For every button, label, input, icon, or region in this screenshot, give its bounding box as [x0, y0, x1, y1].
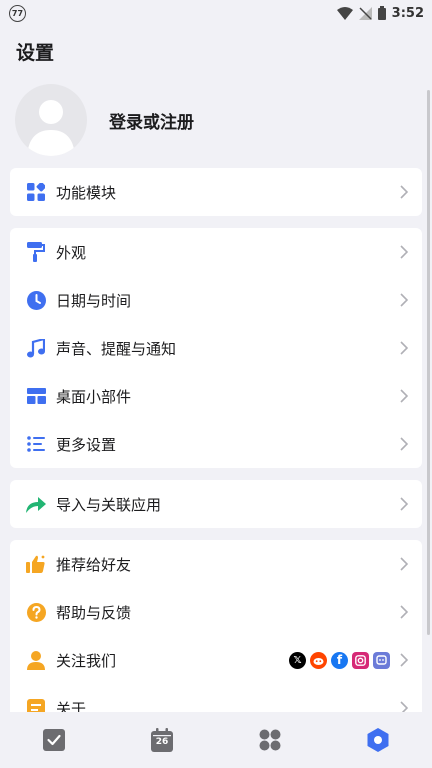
discord-icon[interactable]	[373, 651, 390, 669]
battery-icon	[377, 6, 386, 20]
settings-item-label: 日期与时间	[56, 291, 132, 310]
settings-item-modules[interactable]: 功能模块	[10, 168, 422, 216]
music-note-icon	[26, 338, 46, 358]
settings-item-follow[interactable]: 关注我们 𝕏 f	[10, 636, 422, 684]
chevron-right-icon	[398, 497, 410, 511]
about-icon	[26, 698, 46, 712]
thumbs-up-icon	[26, 554, 46, 574]
paint-roller-icon	[26, 242, 46, 262]
social-links: 𝕏 f	[289, 651, 390, 669]
settings-group: 导入与关联应用	[10, 480, 422, 528]
settings-item-date-time[interactable]: 日期与时间	[10, 276, 422, 324]
settings-item-more[interactable]: 更多设置	[10, 420, 422, 468]
settings-item-label: 导入与关联应用	[56, 495, 162, 514]
x-icon[interactable]: 𝕏	[289, 651, 306, 669]
profile-login-row[interactable]: 登录或注册	[15, 84, 417, 156]
settings-item-widgets[interactable]: 桌面小部件	[10, 372, 422, 420]
page-title: 设置	[16, 42, 55, 64]
status-bar: 77 3:52	[0, 0, 432, 26]
tab-calendar[interactable]: 26	[142, 720, 182, 760]
settings-item-recommend[interactable]: 推荐给好友	[10, 540, 422, 588]
clover-icon	[259, 729, 281, 751]
facebook-icon[interactable]: f	[331, 651, 348, 669]
settings-item-label: 更多设置	[56, 435, 117, 454]
share-arrow-icon	[26, 494, 46, 514]
settings-item-label: 桌面小部件	[56, 387, 132, 406]
tab-tasks[interactable]	[34, 720, 74, 760]
settings-item-label: 功能模块	[56, 183, 117, 202]
wifi-icon	[336, 6, 353, 20]
notification-badge-icon: 77	[9, 4, 26, 22]
widgets-icon	[26, 386, 46, 406]
chevron-right-icon	[398, 185, 410, 199]
clock-time: 3:52	[391, 5, 424, 21]
calendar-day-number: 26	[155, 737, 169, 747]
no-signal-icon	[358, 6, 372, 20]
settings-item-help[interactable]: 帮助与反馈	[10, 588, 422, 636]
modules-icon	[26, 182, 46, 202]
chevron-right-icon	[398, 701, 410, 712]
settings-item-about[interactable]: 关于	[10, 684, 422, 712]
chevron-right-icon	[398, 389, 410, 403]
settings-item-label: 声音、提醒与通知	[56, 339, 177, 358]
scrollbar[interactable]	[427, 90, 430, 635]
settings-group: 功能模块	[10, 168, 422, 216]
chevron-right-icon	[398, 653, 410, 667]
list-settings-icon	[26, 434, 46, 454]
chevron-right-icon	[398, 557, 410, 571]
default-avatar-icon	[27, 100, 75, 156]
settings-item-label: 外观	[56, 243, 87, 262]
settings-list[interactable]: 功能模块 外观 日期与时间 声音、提醒与通知 桌面小部件 更多设置 导入与关联应…	[10, 168, 422, 712]
clock-icon	[26, 290, 46, 310]
settings-item-label: 帮助与反馈	[56, 603, 132, 622]
chevron-right-icon	[398, 605, 410, 619]
settings-item-label: 关注我们	[56, 651, 117, 670]
settings-item-appearance[interactable]: 外观	[10, 228, 422, 276]
settings-group: 推荐给好友 帮助与反馈 关注我们 𝕏 f 关于	[10, 540, 422, 712]
settings-item-label: 关于	[56, 699, 87, 713]
settings-item-sound[interactable]: 声音、提醒与通知	[10, 324, 422, 372]
chevron-right-icon	[398, 245, 410, 259]
tab-modules[interactable]	[250, 720, 290, 760]
chevron-right-icon	[398, 437, 410, 451]
checkbox-icon	[43, 729, 65, 751]
settings-hex-icon	[367, 728, 389, 752]
settings-item-label: 推荐给好友	[56, 555, 132, 574]
person-icon	[26, 650, 46, 670]
bottom-nav: 26	[0, 712, 432, 768]
settings-group: 外观 日期与时间 声音、提醒与通知 桌面小部件 更多设置	[10, 228, 422, 468]
help-icon	[26, 602, 46, 622]
tab-settings[interactable]	[358, 720, 398, 760]
chevron-right-icon	[398, 293, 410, 307]
avatar[interactable]	[15, 84, 87, 156]
reddit-icon[interactable]	[310, 651, 327, 669]
login-register-label: 登录或注册	[109, 112, 194, 133]
instagram-icon[interactable]	[352, 651, 369, 669]
chevron-right-icon	[398, 341, 410, 355]
settings-item-import[interactable]: 导入与关联应用	[10, 480, 422, 528]
